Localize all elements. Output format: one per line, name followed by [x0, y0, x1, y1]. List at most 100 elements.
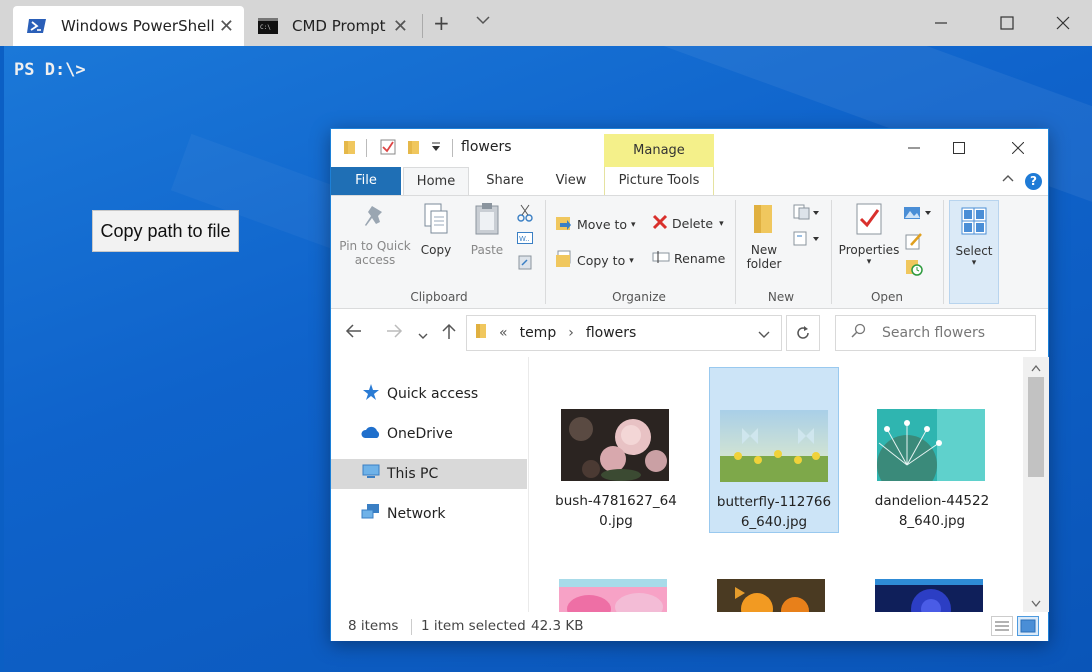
nav-label: Network	[387, 506, 446, 522]
clipboard-group-label: Clipboard	[410, 290, 468, 304]
close-window-button[interactable]	[1040, 6, 1086, 40]
nav-item-onedrive[interactable]: OneDrive	[331, 419, 527, 449]
pin-label: Pin to Quick access	[339, 239, 411, 267]
scroll-down-icon[interactable]	[1031, 597, 1041, 612]
copy-path-to-file-button[interactable]: Copy path to file	[92, 210, 239, 252]
search-placeholder: Search flowers	[882, 325, 986, 341]
select-label: Select	[955, 244, 993, 258]
minimize-button[interactable]	[918, 6, 964, 40]
ribbon-tabs: File Home Share View Picture Tools ?	[331, 167, 1048, 195]
nav-item-this-pc[interactable]: This PC	[331, 459, 527, 489]
divider	[411, 619, 412, 635]
select-grid-icon	[950, 205, 998, 240]
up-arrow-icon[interactable]	[441, 322, 457, 345]
scrollbar-thumb[interactable]	[1028, 377, 1044, 477]
image-thumbnail[interactable]	[559, 579, 667, 612]
new-folder-icon	[741, 202, 787, 239]
paste-shortcut-icon[interactable]	[518, 254, 532, 270]
address-dropdown-icon[interactable]	[757, 328, 771, 344]
paste-button[interactable]: Paste	[465, 202, 509, 257]
open-image-icon[interactable]	[903, 206, 933, 220]
select-button[interactable]: Select ▾	[949, 200, 999, 304]
rename-label: Rename	[674, 251, 726, 266]
tab-manage[interactable]: Manage	[604, 134, 714, 167]
cmd-icon: C:\	[258, 18, 278, 34]
file-item-bush[interactable]: bush-4781627_640.jpg	[551, 367, 681, 533]
history-icon[interactable]	[905, 258, 923, 276]
breadcrumb-flowers[interactable]: flowers	[586, 325, 637, 341]
address-bar-row: « temp › flowers Search flowers	[331, 310, 1048, 356]
back-arrow-icon[interactable]	[345, 322, 363, 345]
terminal-titlebar: Windows PowerShell ✕ C:\ CMD Prompt ✕ +	[0, 0, 1092, 46]
address-input[interactable]: « temp › flowers	[466, 315, 782, 351]
refresh-button[interactable]	[786, 315, 820, 351]
large-icons-view-icon	[1020, 619, 1036, 633]
close-icon[interactable]: ✕	[393, 16, 408, 37]
file-item-butterfly[interactable]: butterfly-1127666_640.jpg	[709, 367, 839, 533]
delete-label: Delete	[672, 216, 714, 231]
pin-to-quick-access-button[interactable]: Pin to Quick access	[339, 202, 411, 267]
close-window-button[interactable]	[995, 133, 1041, 163]
new-folder-icon[interactable]	[407, 139, 421, 159]
tab-windows-powershell[interactable]: Windows PowerShell ✕	[13, 6, 244, 46]
minimize-button[interactable]	[891, 133, 937, 163]
star-icon	[361, 383, 381, 405]
new-folder-button[interactable]: New folder	[741, 202, 787, 271]
tab-share[interactable]: Share	[475, 167, 535, 195]
delete-button[interactable]: Delete ▾	[652, 214, 724, 233]
maximize-button[interactable]	[984, 6, 1030, 40]
organize-group-label: Organize	[612, 290, 666, 304]
nav-item-quick-access[interactable]: Quick access	[331, 379, 527, 409]
image-thumbnail[interactable]	[875, 579, 983, 612]
tab-picture-tools[interactable]: Picture Tools	[604, 167, 714, 195]
properties-icon	[837, 202, 901, 239]
recent-locations-icon[interactable]	[417, 326, 429, 347]
rename-button[interactable]: Rename	[652, 250, 725, 267]
edit-icon[interactable]	[905, 232, 923, 250]
tab-dropdown-button[interactable]	[474, 8, 492, 38]
status-bar: 8 items 1 item selected 42.3 KB	[331, 612, 1048, 641]
breadcrumb-overflow[interactable]: «	[499, 325, 508, 341]
details-view-button[interactable]	[991, 616, 1013, 636]
tab-file[interactable]: File	[331, 167, 401, 195]
copy-to-icon	[555, 250, 573, 271]
large-icons-view-button[interactable]	[1017, 616, 1039, 636]
copy-icon	[415, 202, 457, 239]
tab-cmd-prompt[interactable]: C:\ CMD Prompt ✕	[248, 6, 418, 46]
nav-item-network[interactable]: Network	[331, 499, 527, 529]
search-input[interactable]: Search flowers	[835, 315, 1036, 351]
customize-toolbar-icon[interactable]	[431, 141, 441, 157]
tab-view[interactable]: View	[541, 167, 601, 195]
cut-icon[interactable]	[517, 204, 533, 222]
file-list[interactable]: bush-4781627_640.jpg butterfly-1127666_6…	[529, 357, 1023, 612]
new-item-icon[interactable]	[793, 204, 819, 220]
image-thumbnail[interactable]	[717, 579, 825, 612]
vertical-scrollbar[interactable]	[1023, 357, 1049, 612]
maximize-button[interactable]	[936, 133, 982, 163]
file-item-dandelion[interactable]: dandelion-445228_640.jpg	[867, 367, 997, 533]
properties-button[interactable]: Properties ▾	[837, 202, 901, 267]
copy-to-button[interactable]: Copy to ▾	[555, 250, 634, 271]
copy-button[interactable]: Copy	[415, 202, 457, 257]
forward-arrow-icon[interactable]	[385, 322, 403, 345]
help-icon[interactable]: ?	[1025, 173, 1042, 190]
copy-path-icon[interactable]: W..	[517, 232, 533, 244]
scroll-up-icon[interactable]	[1031, 361, 1041, 376]
breadcrumb-temp[interactable]: temp	[520, 325, 557, 341]
move-to-button[interactable]: Move to ▾	[555, 214, 636, 235]
tab-home[interactable]: Home	[403, 167, 469, 195]
folder-icon	[343, 139, 357, 159]
move-to-label: Move to	[577, 217, 628, 232]
file-name: bush-4781627_640.jpg	[555, 493, 677, 529]
paste-icon	[465, 202, 509, 239]
prompt-text: PS D:\>	[14, 60, 86, 80]
collapse-ribbon-icon[interactable]	[1001, 171, 1015, 189]
close-icon[interactable]: ✕	[219, 16, 234, 37]
properties-check-icon[interactable]	[380, 139, 396, 159]
nav-label: This PC	[387, 466, 439, 482]
search-icon	[850, 323, 866, 343]
divider	[943, 200, 944, 304]
move-to-icon	[555, 214, 573, 235]
new-tab-button[interactable]: +	[433, 10, 450, 36]
easy-access-icon[interactable]	[793, 230, 819, 246]
